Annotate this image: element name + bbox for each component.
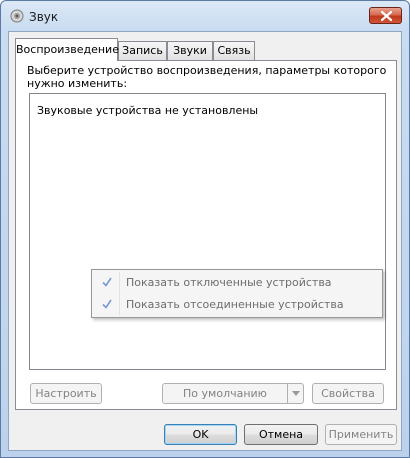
title-bar[interactable]: Звук [1, 1, 409, 31]
window-title: Звук [29, 10, 59, 24]
set-default-dropdown-arrow[interactable] [287, 384, 303, 403]
menu-item-show-disabled[interactable]: Показать отключенные устройства [94, 272, 380, 293]
close-button[interactable] [369, 7, 402, 24]
menu-item-show-disconnected[interactable]: Показать отсоединенные устройства [94, 294, 380, 315]
set-default-label: По умолчанию [183, 387, 267, 400]
ok-button[interactable]: OK [164, 424, 237, 445]
tab-communications[interactable]: Связь [213, 41, 255, 60]
dialog-client-area: Воспроизведение Запись Звуки Связь Выбер… [8, 31, 402, 451]
tab-playback[interactable]: Воспроизведение [15, 38, 119, 61]
cancel-button[interactable]: Отмена [244, 424, 318, 445]
apply-button[interactable]: Применить [325, 424, 397, 445]
playback-tab-panel: Выберите устройство воспроизведения, пар… [15, 60, 397, 410]
configure-button[interactable]: Настроить [30, 383, 102, 404]
menu-item-label: Показать отсоединенные устройства [126, 298, 344, 311]
instruction-text: Выберите устройство воспроизведения, пар… [27, 64, 387, 90]
properties-button[interactable]: Свойства [312, 383, 384, 404]
checkmark-icon [100, 275, 114, 289]
menu-item-label: Показать отключенные устройства [126, 276, 332, 289]
sound-dialog-window: Звук Воспроизведение Запись Звуки Связь … [0, 0, 410, 458]
context-menu: Показать отключенные устройства Показать… [91, 269, 383, 318]
checkmark-icon [100, 297, 114, 311]
speaker-icon [10, 9, 24, 23]
playback-device-list[interactable]: Звуковые устройства не установлены Показ… [29, 93, 386, 370]
tab-sounds[interactable]: Звуки [167, 41, 213, 60]
chevron-down-icon [292, 391, 300, 396]
no-devices-text: Звуковые устройства не установлены [37, 104, 259, 117]
set-default-button[interactable]: По умолчанию [162, 383, 304, 404]
tab-recording[interactable]: Запись [118, 41, 167, 60]
close-icon [381, 11, 392, 21]
